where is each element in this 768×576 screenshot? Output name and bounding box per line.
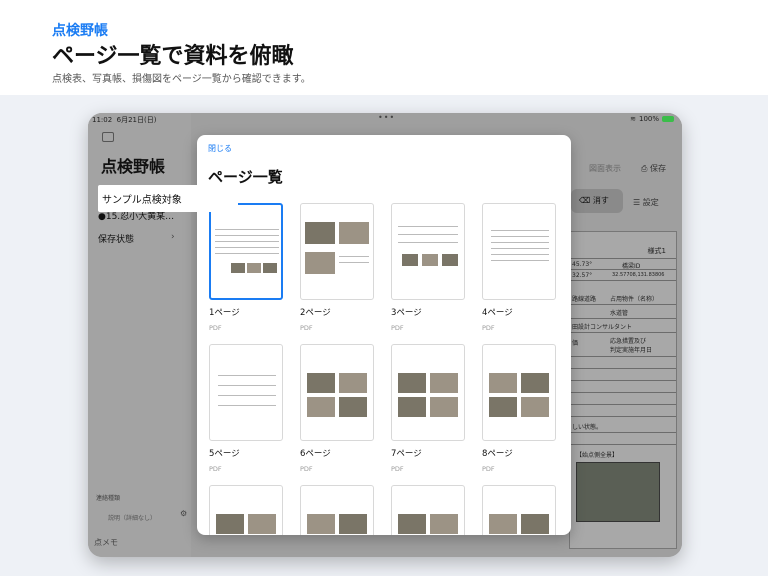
page-thumbnail	[482, 344, 556, 441]
status-date: 6月21日(日)	[116, 116, 157, 124]
settings-button[interactable]: ☰ 設定	[633, 197, 659, 208]
page-thumbnail	[482, 485, 556, 535]
page-card-5[interactable]: 5ページ PDF	[209, 344, 289, 473]
sidebar-footer-detail: 説明（詳細なし）	[108, 515, 157, 522]
sidebar-footer-label: 連絡種類	[96, 495, 121, 502]
settings-label: 設定	[642, 198, 659, 207]
page-label: 4ページ	[482, 308, 513, 318]
doc-photo	[576, 462, 660, 522]
doc-cell-1: 45.73°	[572, 261, 593, 268]
hero: 点検野帳 ページ一覧で資料を俯瞰 点検表、写真帳、損傷図をページ一覧から確認でき…	[0, 0, 768, 95]
sidebar-title: 点検野帳	[101, 157, 166, 176]
doc-occupancy: 占用物件（名称）	[610, 296, 659, 303]
page-thumbnail	[300, 203, 374, 300]
page-list-modal: 閉じる ページ一覧 1ページ PDF 2ページ PDF 3ページ PDF 4ペー…	[197, 135, 571, 535]
page-thumbnail	[209, 344, 283, 441]
faded-toolbar-label: 図面表示	[589, 164, 621, 173]
page-type: PDF	[482, 465, 495, 473]
page-card-12[interactable]	[482, 485, 562, 535]
page-thumbnail	[300, 344, 374, 441]
sidebar: 点検野帳 ●15.忍小大黄某… 保存状態 › 連絡種類 説明（詳細なし） ⚙ 点…	[88, 113, 191, 557]
sidebar-item-save-state[interactable]: 保存状態	[98, 232, 134, 245]
page-card-1[interactable]: 1ページ PDF	[209, 203, 289, 332]
sidebar-selected-label: サンプル点検対象	[102, 195, 182, 206]
doc-form-no: 様式1	[647, 247, 666, 255]
doc-photo-label: 【始点側全景】	[576, 452, 619, 459]
page-thumbnail	[391, 344, 465, 441]
page-label: 3ページ	[391, 308, 422, 318]
memo-button[interactable]: 点メモ	[94, 537, 118, 548]
chevron-right-icon: ›	[171, 232, 175, 242]
save-button[interactable]: ⎙ 保存	[641, 163, 666, 174]
page-type: PDF	[391, 324, 404, 332]
page-type: PDF	[391, 465, 404, 473]
page-card-6[interactable]: 6ページ PDF	[300, 344, 380, 473]
page-label: 1ページ	[209, 308, 240, 318]
page-thumbnail	[482, 203, 556, 300]
page-label: 2ページ	[300, 308, 331, 318]
page-card-11[interactable]	[391, 485, 471, 535]
battery-percent: 100%	[638, 115, 659, 123]
doc-measures: 応急措置及び	[610, 338, 647, 345]
doc-judge-date: 判定実施年月日	[610, 347, 653, 354]
modal-title: ページ一覧	[208, 168, 283, 186]
page-card-4[interactable]: 4ページ PDF	[482, 203, 562, 332]
doc-state: しい状態。	[572, 424, 603, 431]
brand-label: 点検野帳	[52, 23, 108, 39]
page-thumbnail	[300, 485, 374, 535]
page-card-3[interactable]: 3ページ PDF	[391, 203, 471, 332]
doc-measures-label: 価	[572, 340, 579, 347]
multitask-dots-icon[interactable]: •••	[378, 113, 395, 122]
status-time-value: 11:02	[92, 116, 113, 124]
doc-road: 路線道路	[572, 296, 597, 303]
page-label: 8ページ	[482, 449, 513, 459]
status-time: 11:02 6月21日(日)	[92, 115, 156, 125]
headline: ページ一覧で資料を俯瞰	[52, 44, 294, 69]
status-right: ≋ 100%	[630, 115, 674, 123]
subtitle: 点検表、写真帳、損傷図をページ一覧から確認できます。	[52, 74, 311, 85]
page-label: 5ページ	[209, 449, 240, 459]
doc-pipe: 水道管	[610, 310, 629, 317]
wifi-icon: ≋	[630, 115, 636, 123]
page-thumbnail	[391, 203, 465, 300]
document-preview: 様式1 45.73° 橋梁ID 32.57° 32.57708,131.8380…	[569, 231, 677, 549]
erase-button[interactable]: ⌫ 消す	[571, 189, 623, 213]
save-label: 保存	[649, 164, 666, 173]
erase-label: 消す	[592, 196, 609, 205]
battery-icon	[662, 116, 674, 122]
doc-consultant: 田設計コンサルタント	[572, 324, 633, 331]
page-card-10[interactable]	[300, 485, 380, 535]
page-card-2[interactable]: 2ページ PDF	[300, 203, 380, 332]
page-card-7[interactable]: 7ページ PDF	[391, 344, 471, 473]
page-type: PDF	[209, 465, 222, 473]
page-label: 7ページ	[391, 449, 422, 459]
status-bar: 11:02 6月21日(日) ••• ≋ 100%	[88, 113, 682, 127]
page-type: PDF	[482, 324, 495, 332]
sidebar-toggle-icon[interactable]	[102, 132, 114, 142]
gear-icon[interactable]: ⚙	[180, 509, 187, 518]
page-card-8[interactable]: 8ページ PDF	[482, 344, 562, 473]
page-type: PDF	[209, 324, 222, 332]
page-label: 6ページ	[300, 449, 331, 459]
page-card-9[interactable]	[209, 485, 289, 535]
sidebar-item-selected[interactable]: サンプル点検対象	[98, 185, 238, 212]
doc-cell-4: 32.57708,131.83806	[612, 272, 665, 278]
close-button[interactable]: 閉じる	[208, 143, 232, 154]
page-type: PDF	[300, 324, 313, 332]
doc-cell-3: 32.57°	[572, 272, 593, 279]
page-thumbnail	[209, 203, 283, 300]
page-thumbnail	[209, 485, 283, 535]
page-thumbnail	[391, 485, 465, 535]
page-type: PDF	[300, 465, 313, 473]
